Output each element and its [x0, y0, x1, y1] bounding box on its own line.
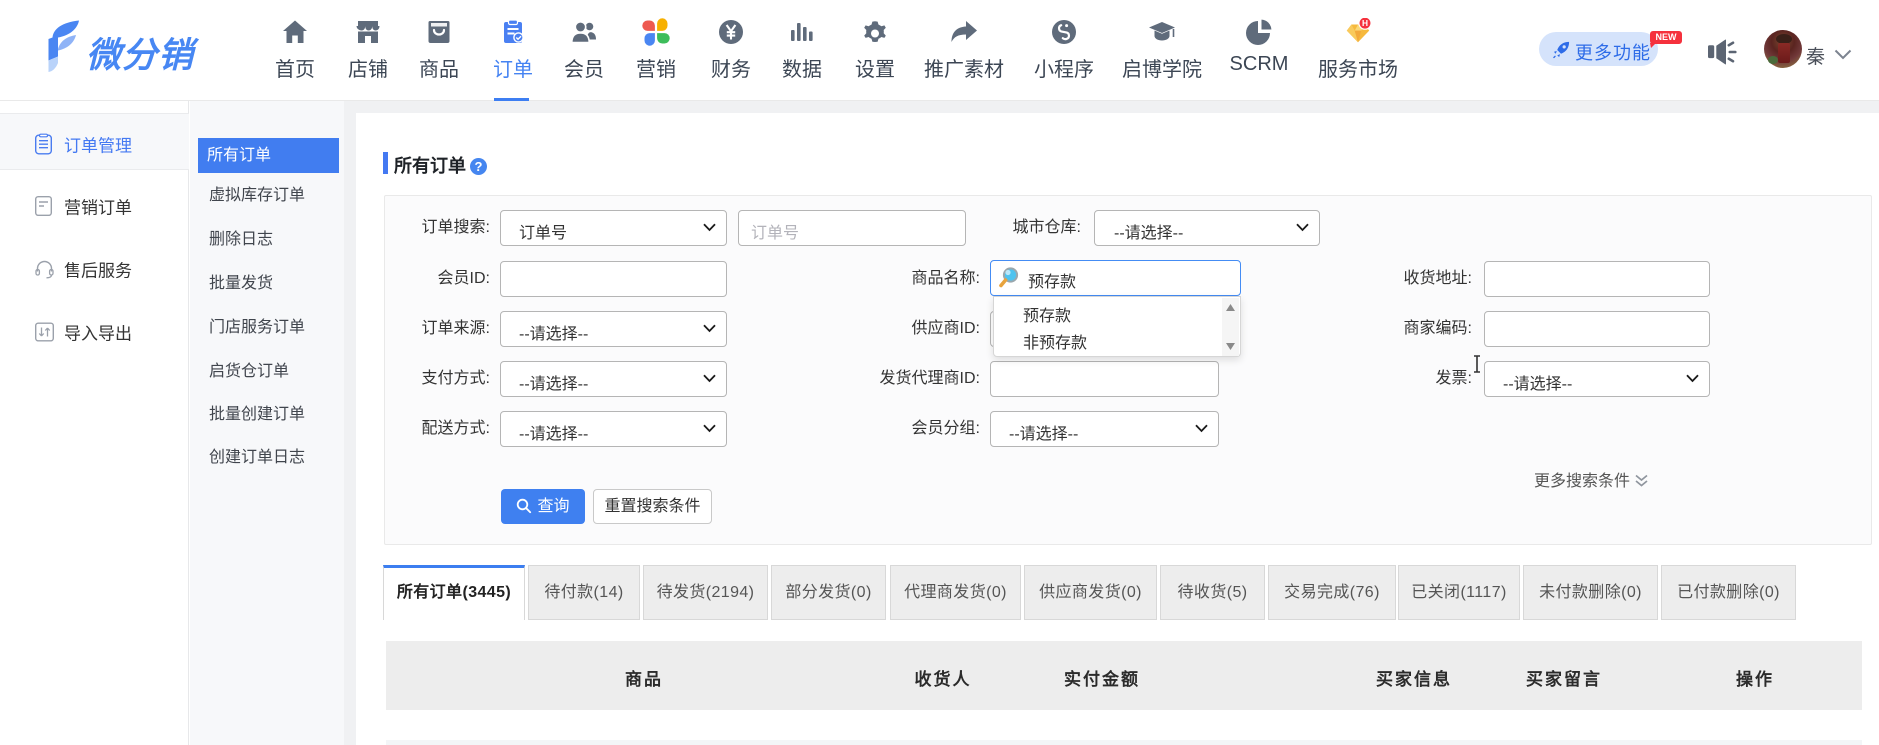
svg-text:H: H — [1362, 18, 1368, 28]
